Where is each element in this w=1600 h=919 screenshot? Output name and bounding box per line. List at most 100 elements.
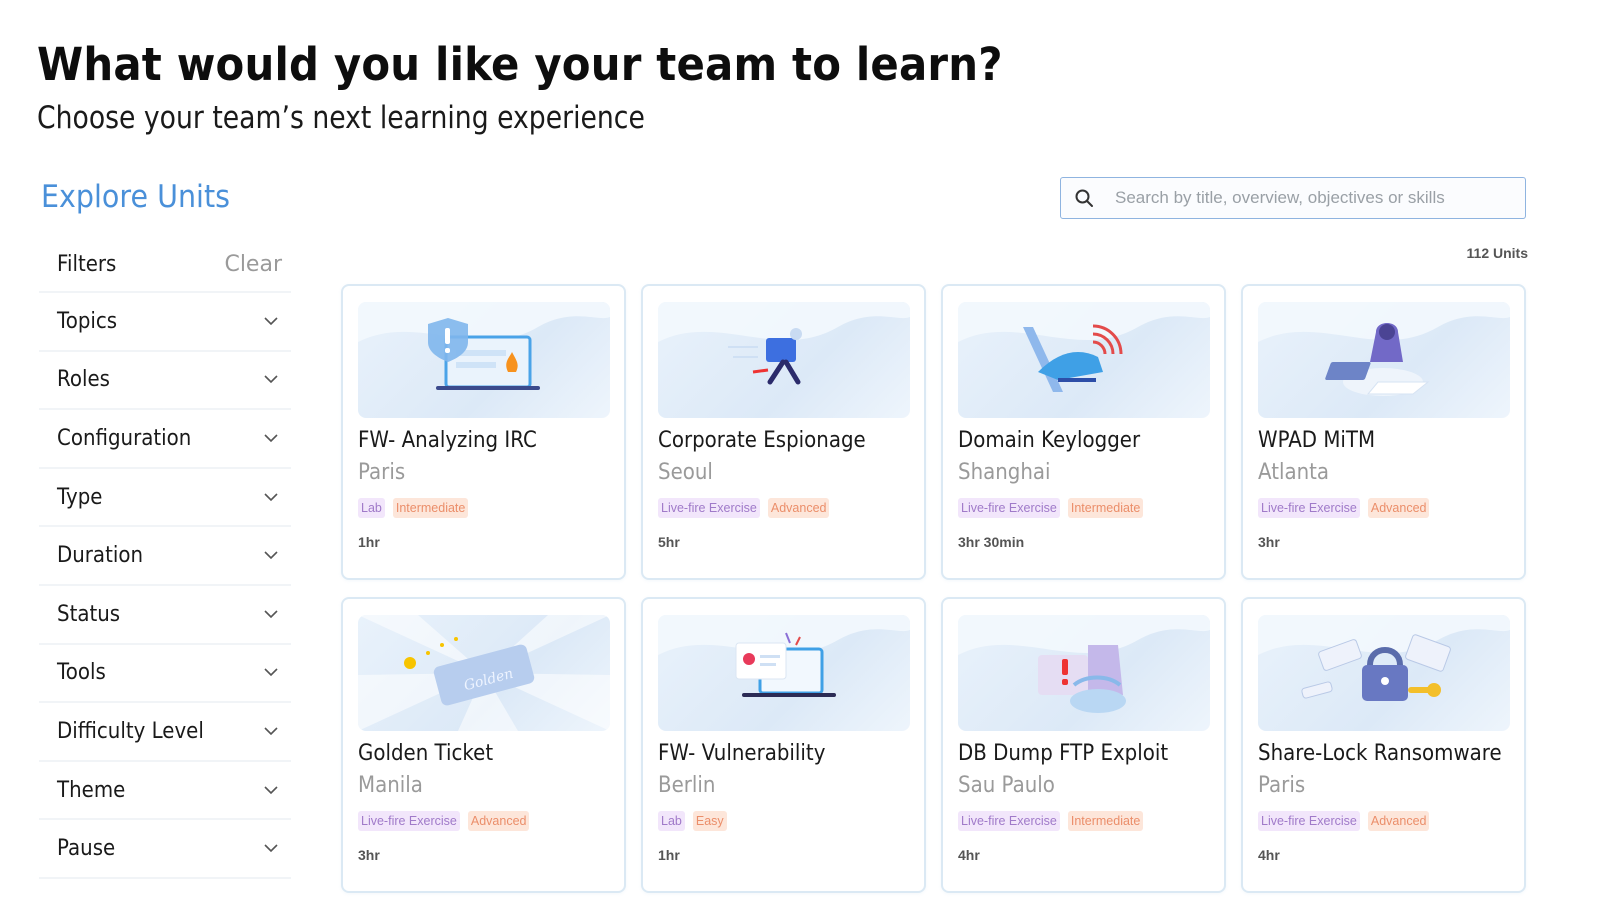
unit-card[interactable]: DB Dump FTP Exploit Sau Paulo Live-fire …: [941, 597, 1226, 893]
unit-level-tag: Easy: [692, 811, 727, 831]
unit-level-tag: Advanced: [767, 498, 830, 518]
unit-level-tag: Intermediate: [1067, 811, 1144, 831]
filters-sidebar: Filters Clear Topics Roles Configuration…: [39, 237, 291, 879]
unit-location: Berlin: [658, 773, 716, 798]
search-icon: [1061, 188, 1107, 208]
unit-card[interactable]: Golden Golden Ticket Manila Live-fire Ex…: [341, 597, 626, 893]
filter-duration[interactable]: Duration: [39, 527, 291, 586]
filter-difficulty-level[interactable]: Difficulty Level: [39, 703, 291, 762]
chevron-down-icon: [263, 665, 279, 681]
golden-ticket-illustration: Golden: [358, 615, 610, 731]
filter-label: Tools: [57, 660, 106, 686]
running-thief-illustration: [658, 302, 910, 418]
unit-duration: 3hr: [1258, 534, 1280, 550]
unit-title: Share-Lock Ransomware: [1258, 741, 1502, 766]
unit-card[interactable]: WPAD MiTM Atlanta Live-fire Exercise Adv…: [1241, 284, 1526, 580]
search-input[interactable]: [1115, 188, 1515, 208]
folder-alert-illustration: [958, 615, 1210, 731]
unit-tags: Live-fire Exercise Advanced: [658, 498, 909, 518]
hooded-hacker-illustration: [1258, 302, 1510, 418]
filter-theme[interactable]: Theme: [39, 762, 291, 821]
unit-level-tag: Intermediate: [392, 498, 469, 518]
filter-pause[interactable]: Pause: [39, 820, 291, 879]
unit-title: Corporate Espionage: [658, 428, 866, 453]
chevron-down-icon: [263, 489, 279, 505]
unit-title: DB Dump FTP Exploit: [958, 741, 1169, 766]
unit-title: FW- Analyzing IRC: [358, 428, 537, 453]
filter-configuration[interactable]: Configuration: [39, 410, 291, 469]
unit-card[interactable]: Share-Lock Ransomware Paris Live-fire Ex…: [1241, 597, 1526, 893]
unit-card[interactable]: Corporate Espionage Seoul Live-fire Exer…: [641, 284, 926, 580]
unit-location: Atlanta: [1258, 460, 1330, 485]
filter-roles[interactable]: Roles: [39, 352, 291, 411]
unit-level-tag: Advanced: [1367, 811, 1430, 831]
unit-duration: 1hr: [358, 534, 380, 550]
unit-tags: Live-fire Exercise Advanced: [358, 811, 609, 831]
shield-laptop-fire-illustration: [358, 302, 610, 418]
chevron-down-icon: [263, 606, 279, 622]
unit-tags: Lab Intermediate: [358, 498, 609, 518]
filter-label: Difficulty Level: [57, 718, 204, 744]
unit-count: 112 Units: [1466, 245, 1528, 261]
unit-location: Paris: [358, 460, 406, 485]
chevron-down-icon: [263, 372, 279, 388]
unit-duration: 3hr 30min: [958, 534, 1025, 550]
filter-label: Status: [57, 601, 121, 627]
unit-tags: Lab Easy: [658, 811, 909, 831]
filter-tools[interactable]: Tools: [39, 645, 291, 704]
chevron-down-icon: [263, 430, 279, 446]
unit-title: Golden Ticket: [358, 741, 494, 766]
filters-header: Filters Clear: [39, 237, 291, 293]
search-bar[interactable]: [1060, 177, 1526, 219]
chevron-down-icon: [263, 782, 279, 798]
clear-filters-button[interactable]: Clear: [224, 252, 282, 277]
chevron-down-icon: [263, 723, 279, 739]
page-title: What would you like your team to learn?: [37, 38, 1003, 91]
unit-type-tag: Live-fire Exercise: [1258, 498, 1360, 518]
unit-type-tag: Live-fire Exercise: [658, 498, 760, 518]
unit-duration: 4hr: [958, 847, 980, 863]
unit-title: FW- Vulnerability: [658, 741, 826, 766]
unit-level-tag: Advanced: [1367, 498, 1430, 518]
chevron-down-icon: [263, 548, 279, 564]
unit-card[interactable]: FW- Analyzing IRC Paris Lab Intermediate…: [341, 284, 626, 580]
unit-duration: 1hr: [658, 847, 680, 863]
filter-label: Type: [57, 484, 103, 510]
chevron-down-icon: [263, 841, 279, 857]
filter-type[interactable]: Type: [39, 469, 291, 528]
unit-duration: 3hr: [358, 847, 380, 863]
unit-level-tag: Advanced: [467, 811, 530, 831]
unit-tags: Live-fire Exercise Advanced: [1258, 811, 1509, 831]
unit-location: Sau Paulo: [958, 773, 1055, 798]
filter-label: Configuration: [57, 425, 192, 451]
padlock-money-illustration: [1258, 615, 1510, 731]
chevron-down-icon: [263, 313, 279, 329]
unit-title: Domain Keylogger: [958, 428, 1141, 453]
filter-label: Roles: [57, 367, 110, 393]
unit-type-tag: Lab: [358, 498, 385, 518]
laptop-skull-alert-illustration: [658, 615, 910, 731]
unit-tags: Live-fire Exercise Advanced: [1258, 498, 1509, 518]
unit-tags: Live-fire Exercise Intermediate: [958, 498, 1209, 518]
unit-level-tag: Intermediate: [1067, 498, 1144, 518]
unit-card[interactable]: FW- Vulnerability Berlin Lab Easy 1hr: [641, 597, 926, 893]
unit-type-tag: Lab: [658, 811, 685, 831]
keyboard-signal-illustration: [958, 302, 1210, 418]
unit-type-tag: Live-fire Exercise: [358, 811, 460, 831]
filter-label: Duration: [57, 543, 144, 569]
unit-type-tag: Live-fire Exercise: [958, 811, 1060, 831]
page-subtitle: Choose your team’s next learning experie…: [37, 100, 645, 136]
filters-label: Filters: [57, 251, 117, 277]
explore-units-heading: Explore Units: [41, 179, 231, 215]
filter-label: Topics: [57, 308, 118, 334]
unit-location: Shanghai: [958, 460, 1051, 485]
unit-tags: Live-fire Exercise Intermediate: [958, 811, 1209, 831]
filter-topics[interactable]: Topics: [39, 293, 291, 352]
unit-type-tag: Live-fire Exercise: [958, 498, 1060, 518]
unit-title: WPAD MiTM: [1258, 428, 1376, 453]
filter-label: Pause: [57, 836, 116, 862]
units-grid: FW- Analyzing IRC Paris Lab Intermediate…: [341, 284, 1526, 893]
unit-card[interactable]: Domain Keylogger Shanghai Live-fire Exer…: [941, 284, 1226, 580]
unit-location: Paris: [1258, 773, 1306, 798]
filter-status[interactable]: Status: [39, 586, 291, 645]
